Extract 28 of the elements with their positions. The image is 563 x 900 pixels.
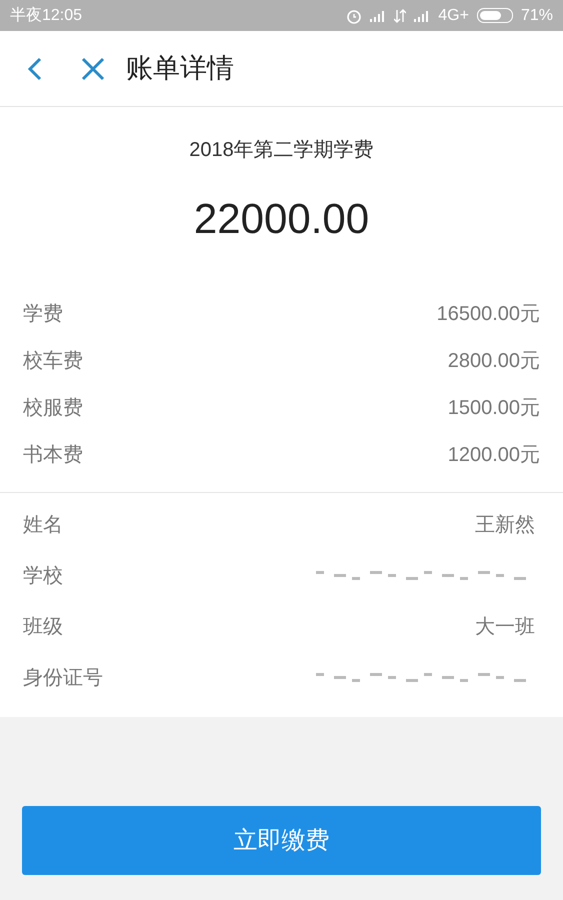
info-label: 身份证号 <box>23 666 103 690</box>
info-label: 姓名 <box>23 512 63 538</box>
network-label: 4G+ <box>438 6 469 26</box>
back-icon <box>28 56 42 80</box>
fee-value: 16500.00元 <box>436 302 540 326</box>
status-time: 半夜12:05 <box>10 6 82 26</box>
info-label: 学校 <box>23 564 63 588</box>
info-label: 班级 <box>23 614 63 640</box>
fee-value: 1500.00元 <box>448 396 540 420</box>
fee-label: 学费 <box>23 302 63 326</box>
signal-icon <box>414 10 430 22</box>
fee-label: 校车费 <box>23 348 83 374</box>
page-title: 账单详情 <box>126 52 234 86</box>
battery-percent: 71% <box>520 6 553 26</box>
info-value: 王新然 <box>475 512 535 538</box>
fee-label: 书本费 <box>23 442 83 468</box>
fee-value: 2800.00元 <box>448 348 540 374</box>
info-value: 大一班 <box>475 614 535 640</box>
signal-icon <box>370 10 386 22</box>
data-arrows-icon <box>394 8 406 22</box>
fee-value: 1200.00元 <box>448 442 540 468</box>
bill-title: 2018年第二学期学费 <box>189 138 374 163</box>
pay-button[interactable]: 立即缴费 <box>22 806 541 875</box>
alarm-icon <box>346 8 362 24</box>
battery-icon <box>476 8 513 23</box>
close-icon <box>81 56 105 80</box>
fee-label: 校服费 <box>23 396 83 420</box>
bill-amount: 22000.00 <box>194 194 370 244</box>
